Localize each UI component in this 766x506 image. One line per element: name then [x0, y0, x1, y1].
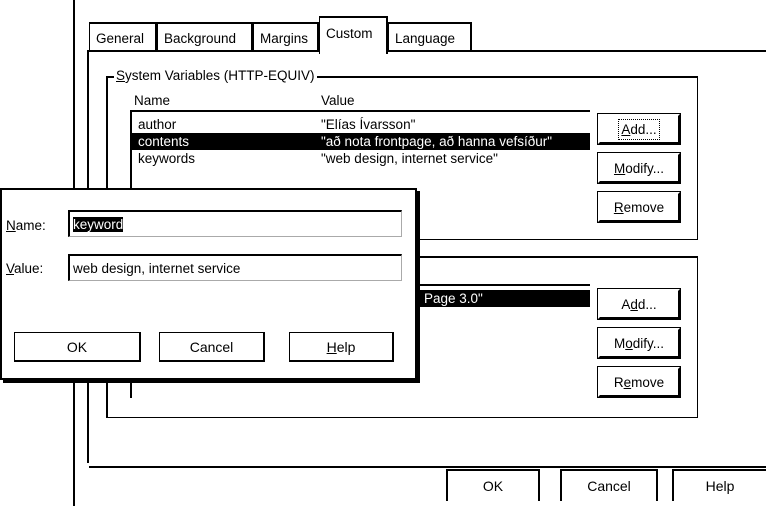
- ok-button[interactable]: OK: [446, 469, 540, 501]
- name-label: Name:: [6, 218, 46, 233]
- row-value: Page 3.0": [424, 291, 483, 306]
- cancel-button[interactable]: Cancel: [560, 469, 658, 501]
- row-value: "Elías Ívarsson": [321, 117, 416, 132]
- dialog-ok-button[interactable]: OK: [14, 332, 141, 362]
- tab-strip-line-left: [87, 50, 319, 52]
- user-add-button[interactable]: Add...: [598, 289, 680, 319]
- name-field-value: keyword: [73, 216, 124, 232]
- system-variables-title: System Variables (HTTP-EQUIV): [114, 68, 317, 83]
- tab-background-label: Background: [164, 30, 237, 46]
- row-value: "web design, internet service": [321, 151, 498, 166]
- value-field-value: web design, internet service: [73, 260, 241, 276]
- system-remove-button[interactable]: Remove: [598, 192, 680, 222]
- value-label: Value:: [6, 261, 44, 276]
- user-remove-button[interactable]: Remove: [598, 367, 680, 397]
- tab-margins-label: Margins: [260, 30, 309, 46]
- tab-background[interactable]: Background: [157, 22, 253, 52]
- tab-margins[interactable]: Margins: [253, 22, 319, 52]
- user-modify-button[interactable]: Modify...: [598, 328, 680, 358]
- column-header-value: Value: [321, 93, 355, 108]
- name-field[interactable]: keyword: [68, 210, 402, 237]
- row-name: keywords: [138, 151, 196, 166]
- tab-custom-label: Custom: [326, 26, 373, 41]
- tab-general[interactable]: General: [89, 22, 157, 52]
- column-header-name: Name: [134, 93, 171, 108]
- list-item[interactable]: author "Elías Ívarsson": [132, 116, 590, 133]
- dialog-help-button[interactable]: Help: [289, 332, 394, 362]
- list-item[interactable]: keywords "web design, internet service": [132, 150, 590, 167]
- row-name: author: [138, 117, 177, 132]
- tab-general-label: General: [96, 30, 145, 46]
- tab-language-label: Language: [395, 30, 456, 46]
- tab-strip-line-right: [388, 50, 766, 52]
- edit-variable-dialog: Name: keyword Value: web design, interne…: [0, 188, 417, 380]
- row-value: "að nota frontpage, að hanna vefsíður": [321, 134, 553, 149]
- tab-custom[interactable]: Custom: [319, 16, 388, 54]
- footer-divider: [89, 466, 766, 468]
- value-field[interactable]: web design, internet service: [68, 254, 402, 281]
- list-item-selected[interactable]: contents "að nota frontpage, að hanna ve…: [132, 133, 590, 150]
- dialog-cancel-button[interactable]: Cancel: [159, 332, 265, 362]
- system-add-button[interactable]: Add...: [598, 114, 680, 144]
- system-modify-button[interactable]: Modify...: [598, 153, 680, 183]
- row-name: contents: [138, 134, 190, 149]
- help-button[interactable]: Help: [672, 469, 766, 501]
- tab-language[interactable]: Language: [388, 22, 472, 52]
